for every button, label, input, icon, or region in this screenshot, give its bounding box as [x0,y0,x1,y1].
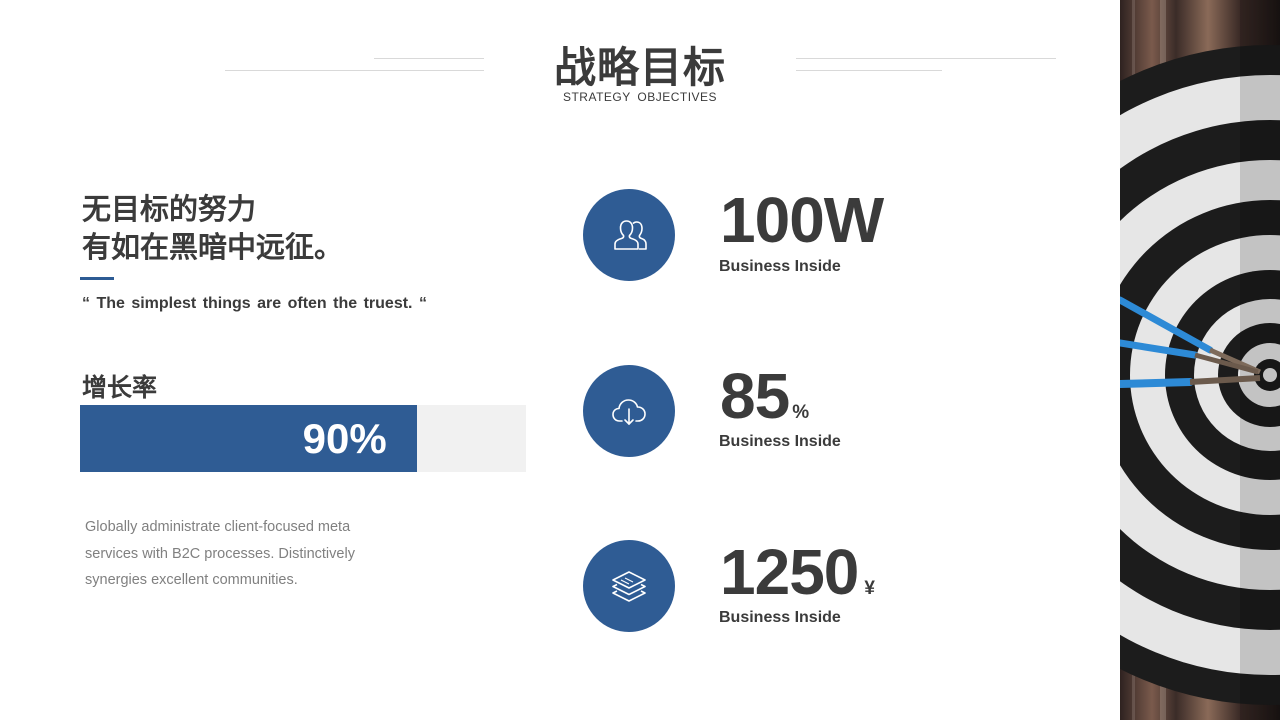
headline-line-2: 有如在黑暗中远征。 [82,230,344,264]
accent-divider [80,277,114,280]
quote-text: “ The simplest things are often the true… [82,295,427,312]
stat-unit-2: % [792,402,810,423]
stat-icon-circle-3 [583,540,675,632]
stat-value-2: 85% [720,359,809,433]
stat-label-2: Business Inside [719,433,841,450]
cloud-download-icon [612,399,646,425]
dartboard-photo [1120,0,1280,720]
description-text: Globally administrate client-focused met… [85,519,355,588]
growth-progress-fill: 90% [80,405,417,472]
page-subtitle: STRATEGY OBJECTIVES [562,90,718,104]
stat-label-1: Business Inside [719,258,841,275]
headline: 无目标的努力 有如在黑暗中远征。 [82,190,502,266]
stat-value-3: 1250 ¥ [720,535,875,609]
stat-unit-3: ¥ [864,578,875,599]
growth-label: 增长率 [82,373,158,402]
growth-progress-track: 90% [80,405,526,472]
stat-number-1: 100W [720,184,884,256]
stat-value-1: 100W [720,183,886,257]
stat-icon-circle-1 [583,189,675,281]
dartboard-image [1120,0,1280,720]
layers-icon [612,571,646,602]
stat-icon-circle-2 [583,365,675,457]
headline-line-1: 无目标的努力 [82,192,257,226]
header-line-right-top [796,58,1056,59]
header-line-left-top [374,58,484,59]
header-line-left-bottom [225,70,484,71]
users-icon [614,220,647,250]
stat-label-3: Business Inside [719,609,841,626]
stat-number-3: 1250 [720,536,859,608]
stat-number-2: 85 [720,360,790,432]
page-title: 战略目标 [553,43,726,92]
growth-progress-value: 90% [302,415,387,462]
header-line-right-bottom [796,70,942,71]
